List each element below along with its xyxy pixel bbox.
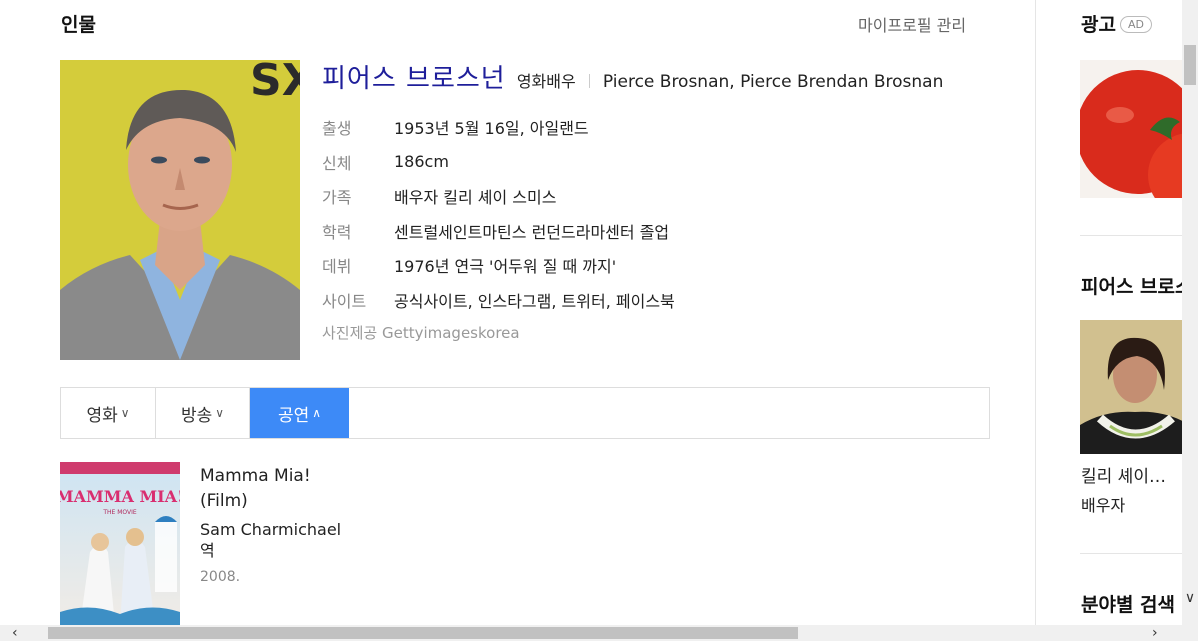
tab-movie[interactable]: 영화 ∨	[61, 388, 156, 438]
section-title: 인물	[61, 14, 96, 36]
info-label: 가족	[322, 188, 352, 208]
info-label: 데뷔	[322, 257, 352, 277]
category-search-title: 분야별 검색	[1081, 594, 1176, 616]
info-row-family: 가족 배우자 킬리 셰이 스미스	[322, 179, 675, 214]
tab-label: 방송	[180, 405, 213, 426]
related-person-name[interactable]: 킬리 셰이…	[1081, 462, 1166, 487]
scrollbar-corner	[1182, 625, 1198, 641]
work-title[interactable]: Mamma Mia! (Film)	[200, 464, 350, 514]
tab-performance[interactable]: 공연 ∧	[250, 388, 349, 438]
info-value: 1953년 5월 16일, 아일랜드	[394, 119, 589, 139]
filmography-tabs: 영화 ∨ 방송 ∨ 공연 ∧	[60, 387, 990, 439]
related-person-photo[interactable]	[1080, 320, 1182, 454]
poster-title: MAMMA MIA!	[60, 487, 180, 506]
info-row-education: 학력 센트럴세인트마틴스 런던드라마센터 졸업	[322, 214, 675, 249]
info-value-links[interactable]: 공식사이트, 인스타그램, 트위터, 페이스북	[394, 288, 675, 312]
profile-info-list: 출생 1953년 5월 16일, 아일랜드 신체 186cm 가족 배우자 킬리…	[322, 110, 675, 317]
info-label: 사이트	[322, 291, 367, 311]
horizontal-scroll-thumb[interactable]	[48, 627, 798, 639]
info-value-link[interactable]: 센트럴세인트마틴스 런던드라마센터 졸업	[394, 219, 669, 243]
sidebar-divider	[1080, 553, 1182, 554]
main-content: 인물 마이프로필 관리 SX SW 피어스 브로스넌 영화배우 Pierce B…	[0, 0, 1035, 625]
info-label: 학력	[322, 222, 352, 242]
person-job: 영화배우	[516, 72, 576, 91]
poster-image[interactable]: MAMMA MIA! THE MOVIE	[60, 462, 180, 625]
chevron-left-icon[interactable]: ‹	[12, 625, 18, 641]
profile-photo: SX SW	[60, 60, 300, 360]
ad-title: 광고	[1081, 14, 1116, 36]
chevron-down-icon: ∨	[215, 406, 225, 420]
horizontal-scrollbar[interactable]: ‹ ›	[0, 625, 1182, 641]
related-section-title: 피어스 브로스넌	[1081, 276, 1182, 298]
info-label: 출생	[322, 119, 352, 139]
info-label: 신체	[322, 153, 352, 173]
sidebar-divider	[1080, 235, 1182, 236]
photo-credit: 사진제공 Gettyimageskorea	[322, 324, 520, 342]
work-year: 2008.	[200, 569, 241, 585]
separator	[588, 74, 590, 88]
info-value-link[interactable]: 배우자 킬리 셰이 스미스	[394, 184, 556, 208]
vertical-scrollbar[interactable]: ∨	[1182, 0, 1198, 625]
info-row-birth: 출생 1953년 5월 16일, 아일랜드	[322, 110, 675, 145]
tab-label: 공연	[277, 405, 310, 426]
chevron-down-icon: ∨	[120, 406, 130, 420]
profile-heading: 피어스 브로스넌 영화배우 Pierce Brosnan, Pierce Bre…	[322, 58, 943, 95]
info-row-body: 신체 186cm	[322, 145, 675, 180]
work-role: Sam Charmichael 역	[200, 520, 342, 560]
tab-broadcast[interactable]: 방송 ∨	[156, 388, 250, 438]
info-value: 1976년 연극 '어두워 질 때 까지'	[394, 257, 617, 277]
person-name[interactable]: 피어스 브로스넌	[322, 64, 506, 94]
poster-subtitle: THE MOVIE	[102, 509, 137, 516]
info-value: 186cm	[394, 152, 449, 172]
backdrop-text: SX SW	[250, 60, 300, 106]
vertical-scroll-thumb[interactable]	[1184, 45, 1196, 85]
chevron-right-icon[interactable]: ›	[1152, 625, 1158, 641]
ad-section-title: 광고 AD	[1081, 10, 1152, 37]
related-person-job: 배우자	[1081, 496, 1126, 515]
tab-label: 영화	[86, 405, 118, 426]
info-row-debut: 데뷔 1976년 연극 '어두워 질 때 까지'	[322, 248, 675, 283]
ad-badge: AD	[1119, 16, 1152, 33]
person-english-name: Pierce Brosnan, Pierce Brendan Brosnan	[602, 72, 944, 92]
my-profile-link[interactable]: 마이프로필 관리	[858, 12, 966, 36]
ad-image[interactable]	[1080, 60, 1182, 198]
chevron-down-icon[interactable]: ∨	[1182, 590, 1198, 610]
sidebar: 광고AD 피어스 브로스넌 킬리 셰이… 배우자 분야별 검색	[1036, 0, 1182, 625]
chevron-up-icon: ∧	[312, 406, 322, 420]
work-details: Mamma Mia! (Film) Sam Charmichael 역 2008…	[200, 464, 350, 585]
info-row-sites: 사이트 공식사이트, 인스타그램, 트위터, 페이스북	[322, 283, 675, 318]
